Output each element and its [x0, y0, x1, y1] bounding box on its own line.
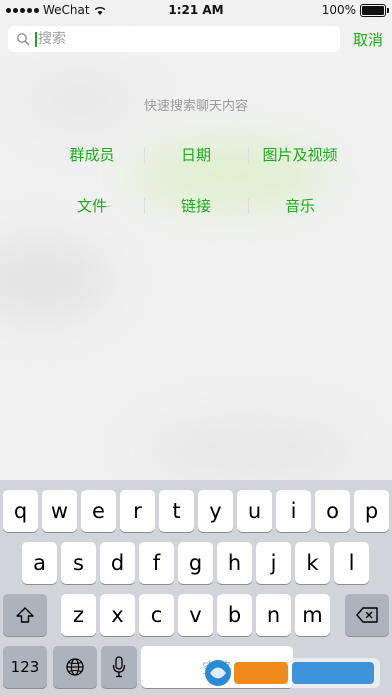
quick-search-files[interactable]: 文件	[40, 191, 144, 221]
key-k[interactable]: k	[295, 542, 330, 584]
search-input[interactable]	[37, 31, 318, 47]
key-s[interactable]: s	[61, 542, 96, 584]
key-r[interactable]: r	[120, 490, 155, 532]
key-i[interactable]: i	[276, 490, 311, 532]
cancel-button[interactable]: 取消	[353, 29, 383, 50]
key-t[interactable]: t	[159, 490, 194, 532]
shift-key[interactable]	[3, 594, 47, 636]
background-blur	[0, 240, 110, 320]
key-y[interactable]: y	[198, 490, 233, 532]
status-bar: WeChat 1:21 AM 100%	[0, 0, 392, 20]
quick-search-links[interactable]: 链接	[144, 191, 248, 221]
quick-search-date[interactable]: 日期	[144, 140, 248, 170]
key-w[interactable]: w	[42, 490, 77, 532]
key-f[interactable]: f	[139, 542, 174, 584]
search-row: 取消	[0, 26, 392, 54]
delete-key[interactable]	[345, 594, 389, 636]
key-l[interactable]: l	[334, 542, 369, 584]
keyboard-row-2: a s d f g h j k l	[0, 542, 392, 584]
quick-search-music[interactable]: 音乐	[248, 191, 352, 221]
numbers-key[interactable]: 123	[3, 646, 47, 688]
key-m[interactable]: m	[295, 594, 330, 636]
dictation-key[interactable]	[101, 646, 137, 688]
backspace-icon	[355, 606, 379, 624]
key-j[interactable]: j	[256, 542, 291, 584]
key-d[interactable]: d	[100, 542, 135, 584]
globe-key[interactable]	[53, 646, 97, 688]
key-q[interactable]: q	[3, 490, 38, 532]
key-v[interactable]: v	[178, 594, 213, 636]
wechat-search-screen: WeChat 1:21 AM 100% 取消 快速搜索聊天内容 群成员 日期 图…	[0, 0, 392, 696]
quick-search-title: 快速搜索聊天内容	[143, 99, 248, 114]
quick-search-row: 文件 链接 音乐	[40, 191, 352, 221]
key-b[interactable]: b	[217, 594, 252, 636]
key-p[interactable]: p	[354, 490, 389, 532]
keyboard-row-3: z x c v b n m	[0, 594, 392, 636]
key-z[interactable]: z	[61, 594, 96, 636]
search-icon	[16, 32, 30, 46]
watermark-logo	[200, 656, 380, 690]
shift-icon	[15, 606, 35, 624]
battery-percent: 100%	[321, 3, 356, 17]
key-n[interactable]: n	[256, 594, 291, 636]
key-e[interactable]: e	[81, 490, 116, 532]
key-a[interactable]: a	[22, 542, 57, 584]
key-x[interactable]: x	[100, 594, 135, 636]
key-h[interactable]: h	[217, 542, 252, 584]
globe-icon	[65, 657, 85, 677]
keyboard-row-1: q w e r t y u i o p	[0, 490, 392, 532]
microphone-icon	[112, 656, 126, 678]
battery-icon	[360, 3, 389, 17]
quick-search-row: 群成员 日期 图片及视频	[40, 140, 352, 170]
status-right: 100%	[321, 3, 389, 17]
key-o[interactable]: o	[315, 490, 350, 532]
quick-search-grid: 群成员 日期 图片及视频 文件 链接 音乐	[40, 140, 352, 242]
background-blur	[140, 420, 360, 480]
quick-search-media[interactable]: 图片及视频	[248, 140, 352, 170]
search-box[interactable]	[8, 26, 340, 52]
key-g[interactable]: g	[178, 542, 213, 584]
quick-search-members[interactable]: 群成员	[40, 140, 144, 170]
key-c[interactable]: c	[139, 594, 174, 636]
key-u[interactable]: u	[237, 490, 272, 532]
